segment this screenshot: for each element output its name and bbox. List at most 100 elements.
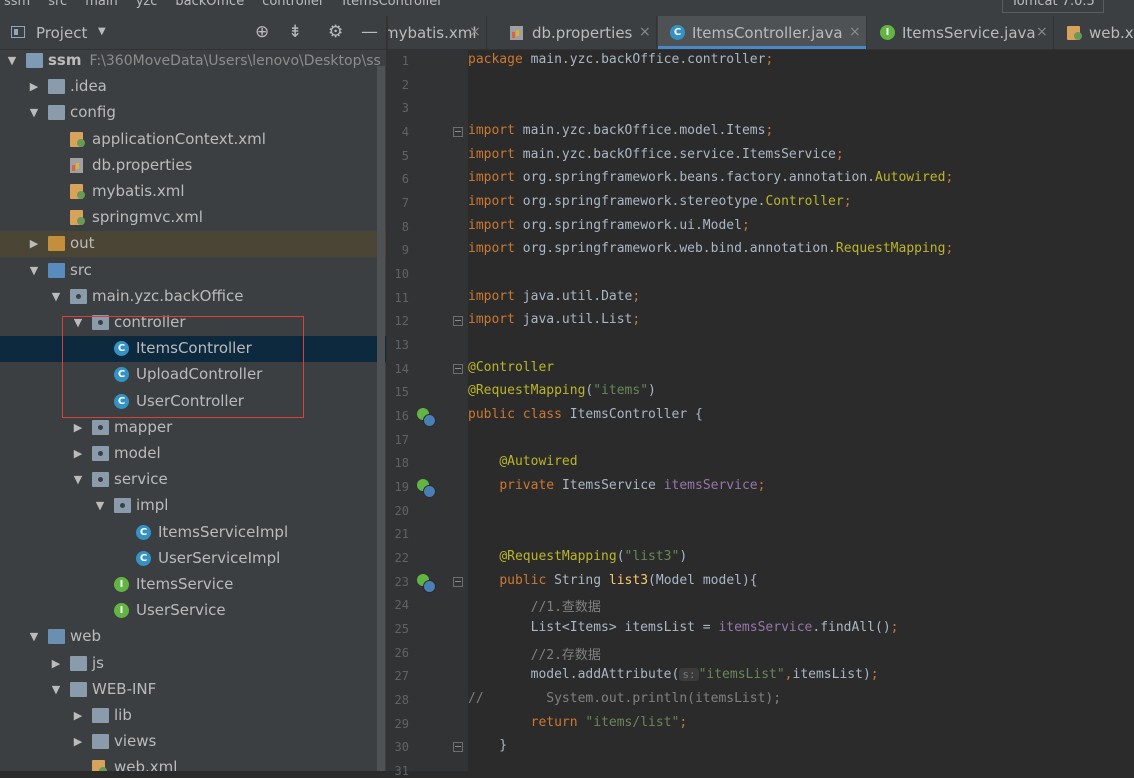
tree-item-text: UserServiceImpl <box>158 548 281 567</box>
tree-item[interactable]: ▶ model <box>0 441 386 467</box>
code-line[interactable]: import main.yzc.backOffice.model.Items; <box>468 123 773 143</box>
expanded-arrow-icon[interactable]: ▼ <box>72 473 84 486</box>
editor-tab[interactable]: db.properties × <box>498 16 656 49</box>
code-line[interactable]: //1.查数据 <box>468 596 601 616</box>
breadcrumb-item[interactable]: yzc <box>136 0 158 9</box>
project-title[interactable]: Project <box>36 24 87 42</box>
breadcrumb-item[interactable]: ItemsController <box>342 0 442 9</box>
tree-item[interactable]: I UserService <box>0 598 386 624</box>
bean-navigation-icon[interactable] <box>417 573 436 593</box>
collapsed-arrow-icon[interactable]: ▶ <box>50 657 62 670</box>
expanded-arrow-icon[interactable]: ▼ <box>6 54 18 67</box>
tree-item[interactable]: db.properties <box>0 153 386 179</box>
expanded-arrow-icon[interactable]: ▼ <box>50 290 62 303</box>
gear-icon[interactable]: ⚙ <box>328 22 343 42</box>
tree-item[interactable]: ▼ src <box>0 258 386 284</box>
code-line[interactable]: import main.yzc.backOffice.service.Items… <box>468 147 844 167</box>
bean-navigation-icon[interactable] <box>417 479 436 499</box>
tree-item[interactable]: mybatis.xml <box>0 179 386 205</box>
collapse-all-icon[interactable]: ⇟ <box>288 22 302 42</box>
code-line[interactable]: @Controller <box>468 360 554 380</box>
code-line[interactable]: import org.springframework.web.bind.anno… <box>468 241 953 261</box>
code-line[interactable]: model.addAttribute(s: "itemsList",itemsLi… <box>468 667 879 687</box>
expanded-arrow-icon[interactable]: ▼ <box>94 499 106 512</box>
breadcrumb-item[interactable]: src <box>48 0 67 9</box>
code-line[interactable]: package main.yzc.backOffice.controller; <box>468 52 773 72</box>
collapsed-arrow-icon[interactable]: ▶ <box>72 421 84 434</box>
tree-item[interactable]: springmvc.xml <box>0 205 386 231</box>
tree-item[interactable]: ▶ .idea <box>0 74 386 100</box>
code-line[interactable]: public class ItemsController { <box>468 407 703 427</box>
breadcrumb-item[interactable]: backOffice <box>175 0 244 9</box>
tree-item[interactable]: ▼ service <box>0 467 386 493</box>
collapsed-arrow-icon[interactable]: ▶ <box>28 237 40 250</box>
code-line[interactable]: private ItemsService itemsService; <box>468 478 765 498</box>
tree-item[interactable]: ▼ WEB-INF <box>0 677 386 703</box>
code-line[interactable]: import org.springframework.stereotype.Co… <box>468 194 852 214</box>
code-line[interactable]: @RequestMapping("list3") <box>468 549 687 569</box>
collapsed-arrow-icon[interactable]: ▶ <box>72 447 84 460</box>
bean-navigation-icon[interactable] <box>417 408 436 428</box>
tree-item[interactable]: applicationContext.xml <box>0 127 386 153</box>
code-line[interactable]: } <box>468 738 507 758</box>
fold-icon[interactable] <box>453 363 463 374</box>
code-line[interactable]: //2.存数据 <box>468 644 601 664</box>
editor-tab[interactable]: I ItemsService.java × <box>868 16 1053 49</box>
tree-item[interactable]: ▶ js <box>0 651 386 677</box>
expanded-arrow-icon[interactable]: ▼ <box>28 630 40 643</box>
tree-item-label: model <box>114 444 161 462</box>
locate-icon[interactable]: ⊕ <box>255 22 269 42</box>
tree-item[interactable]: ▼ web <box>0 624 386 650</box>
code-line[interactable]: import java.util.Date; <box>468 289 640 309</box>
chevron-down-icon[interactable]: ▼ <box>98 26 106 37</box>
fold-icon[interactable] <box>453 127 463 137</box>
code-line[interactable]: return "items/list"; <box>468 715 688 735</box>
tree-item[interactable]: ▶ lib <box>0 703 386 729</box>
expanded-arrow-icon[interactable]: ▼ <box>50 683 62 696</box>
breadcrumb-item[interactable]: main <box>85 0 117 9</box>
editor-tab[interactable]: web.x <box>1055 16 1134 49</box>
breadcrumb-item[interactable]: controller <box>262 0 324 9</box>
tree-item[interactable]: ▼ impl <box>0 493 386 519</box>
code-line[interactable]: import java.util.List; <box>468 312 640 332</box>
tree-item[interactable]: C ItemsServiceImpl <box>0 520 386 546</box>
tree-item[interactable]: ▶ mapper <box>0 415 386 441</box>
code-line[interactable]: // System.out.println(itemsList); <box>468 691 781 711</box>
code-line[interactable]: List<Items> itemsList = itemsService.fin… <box>468 620 899 640</box>
close-icon[interactable]: × <box>469 24 481 40</box>
tree-item[interactable]: ▼ ssm F:\360MoveData\Users\lenovo\Desktop\… <box>0 48 386 74</box>
tree-item[interactable]: web.xml <box>0 755 386 771</box>
collapsed-arrow-icon[interactable]: ▶ <box>28 80 40 93</box>
tree-item[interactable]: ▼ config <box>0 100 386 126</box>
fold-icon[interactable] <box>453 576 463 587</box>
tree-item[interactable]: C UserServiceImpl <box>0 546 386 572</box>
editor-tab[interactable]: C ItemsController.java × <box>658 16 866 49</box>
code-line[interactable]: @RequestMapping("items") <box>468 383 656 403</box>
code-line[interactable]: public String list3(Model model){ <box>468 573 757 593</box>
close-icon[interactable]: × <box>1036 24 1048 40</box>
editor-tab[interactable]: mybatis.xml × <box>388 16 486 49</box>
expanded-arrow-icon[interactable]: ▼ <box>28 106 40 119</box>
tree-item-label: ItemsServiceImpl <box>158 523 288 541</box>
fold-icon[interactable] <box>453 742 463 753</box>
code-token: org.springframework.stereotype. <box>522 194 766 210</box>
breadcrumb[interactable]: ssm src main yzc backOffice controller ItemsCo… <box>4 0 461 9</box>
run-configuration-selector[interactable]: Tomcat 7.0.5 <box>1002 0 1104 13</box>
close-icon[interactable]: × <box>639 24 651 40</box>
tree-item[interactable]: I ItemsService <box>0 572 386 598</box>
minimize-icon[interactable]: — <box>361 22 378 42</box>
code-line[interactable]: import org.springframework.beans.factory… <box>468 170 953 190</box>
breadcrumb-item[interactable]: ssm <box>4 0 30 9</box>
code-line[interactable]: import org.springframework.ui.Model; <box>468 218 750 238</box>
close-icon[interactable]: × <box>849 24 861 40</box>
expanded-arrow-icon[interactable]: ▼ <box>28 264 40 277</box>
collapsed-arrow-icon[interactable]: ▶ <box>72 709 84 722</box>
fold-icon[interactable] <box>453 316 463 327</box>
tree-item[interactable]: ▶ views <box>0 729 386 755</box>
code-line[interactable]: @Autowired <box>468 454 577 474</box>
tree-item[interactable]: ▼ main.yzc.backOffice <box>0 284 386 310</box>
collapsed-arrow-icon[interactable]: ▶ <box>72 735 84 748</box>
tree-item[interactable]: ▶ out <box>0 231 386 258</box>
module-path: F:\360MoveData\Users\lenovo\Desktop\ss <box>89 53 381 69</box>
project-scrollbar[interactable] <box>377 66 385 771</box>
